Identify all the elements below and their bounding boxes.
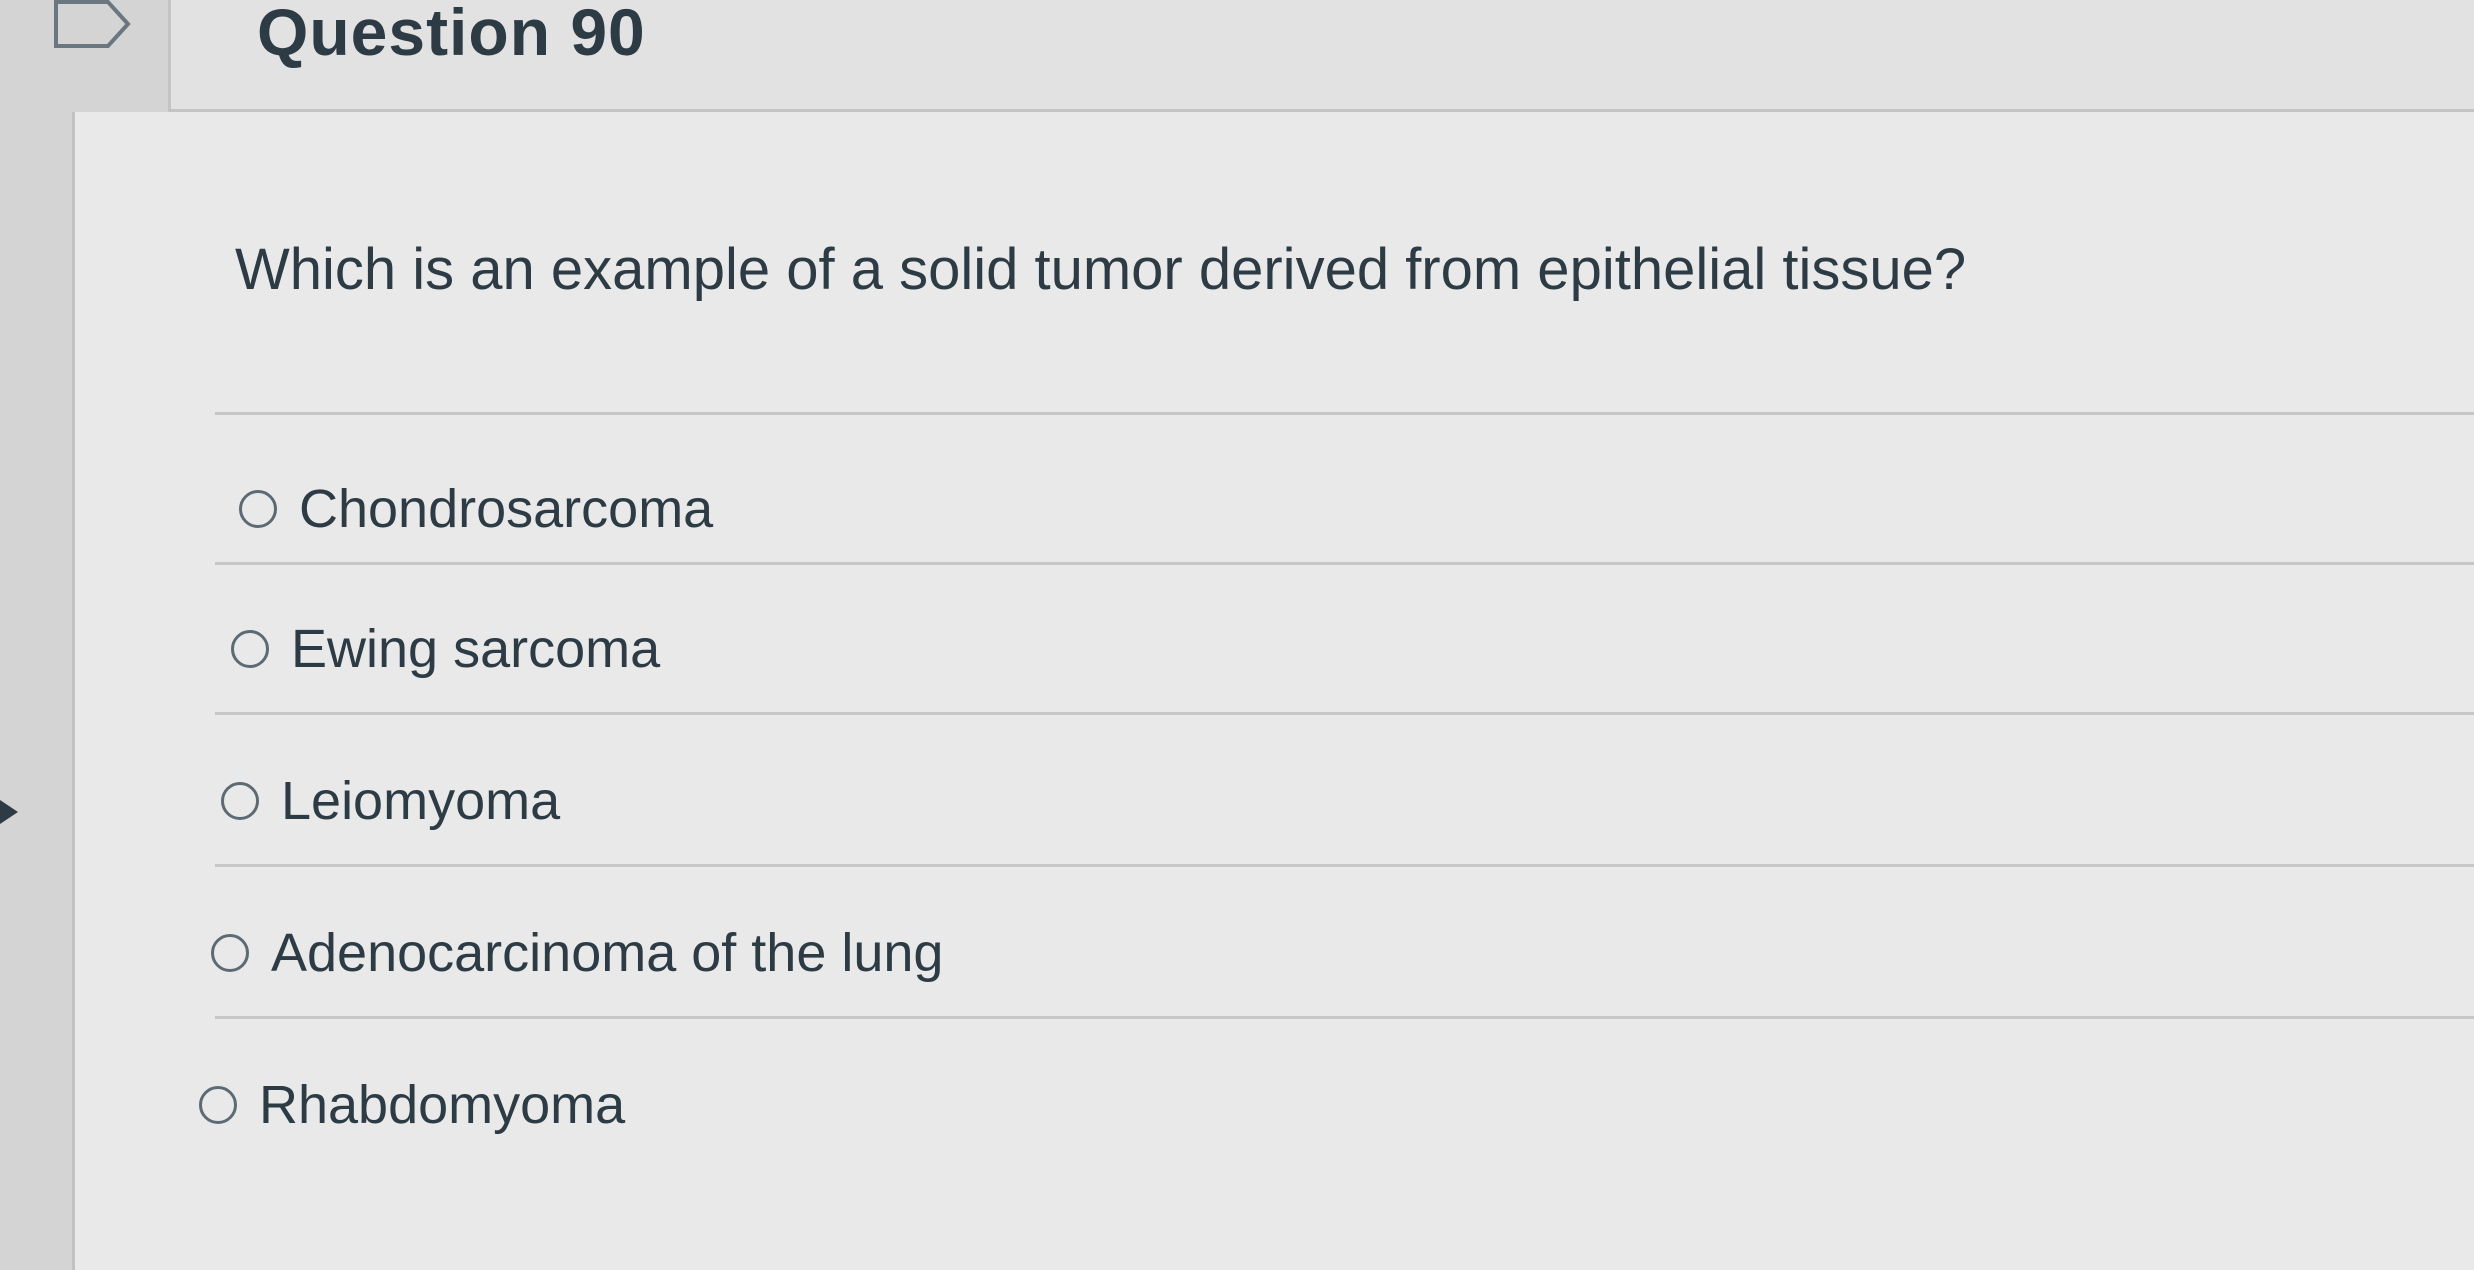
- radio-button-icon[interactable]: [221, 782, 259, 820]
- answer-label: Leiomyoma: [281, 771, 561, 831]
- answer-option-leiomyoma[interactable]: Leiomyoma: [221, 766, 560, 836]
- radio-button-icon[interactable]: [231, 630, 269, 668]
- divider: [215, 712, 2474, 715]
- radio-button-icon[interactable]: [239, 490, 277, 528]
- answer-label: Chondrosarcoma: [299, 479, 714, 539]
- divider: [215, 864, 2474, 867]
- question-body: Which is an example of a solid tumor der…: [72, 112, 2474, 1270]
- radio-button-icon[interactable]: [199, 1086, 237, 1124]
- arrow-left-icon[interactable]: [0, 790, 22, 834]
- question-title: Question 90: [257, 0, 646, 69]
- answer-label: Adenocarcinoma of the lung: [271, 923, 944, 983]
- answer-option-ewing-sarcoma[interactable]: Ewing sarcoma: [231, 614, 660, 684]
- divider: [215, 562, 2474, 565]
- radio-button-icon[interactable]: [211, 934, 249, 972]
- answer-label: Rhabdomyoma: [259, 1075, 626, 1135]
- flag-question-icon[interactable]: [52, 0, 132, 58]
- divider: [215, 1016, 2474, 1019]
- question-header: Question 90: [168, 0, 2474, 112]
- question-prompt: Which is an example of a solid tumor der…: [235, 237, 1967, 302]
- answer-option-adenocarcinoma-of-the-lung[interactable]: Adenocarcinoma of the lung: [211, 918, 943, 988]
- divider: [215, 412, 2474, 415]
- answer-label: Ewing sarcoma: [291, 619, 661, 679]
- answer-option-chondrosarcoma[interactable]: Chondrosarcoma: [239, 474, 713, 544]
- answer-option-rhabdomyoma[interactable]: Rhabdomyoma: [199, 1070, 625, 1140]
